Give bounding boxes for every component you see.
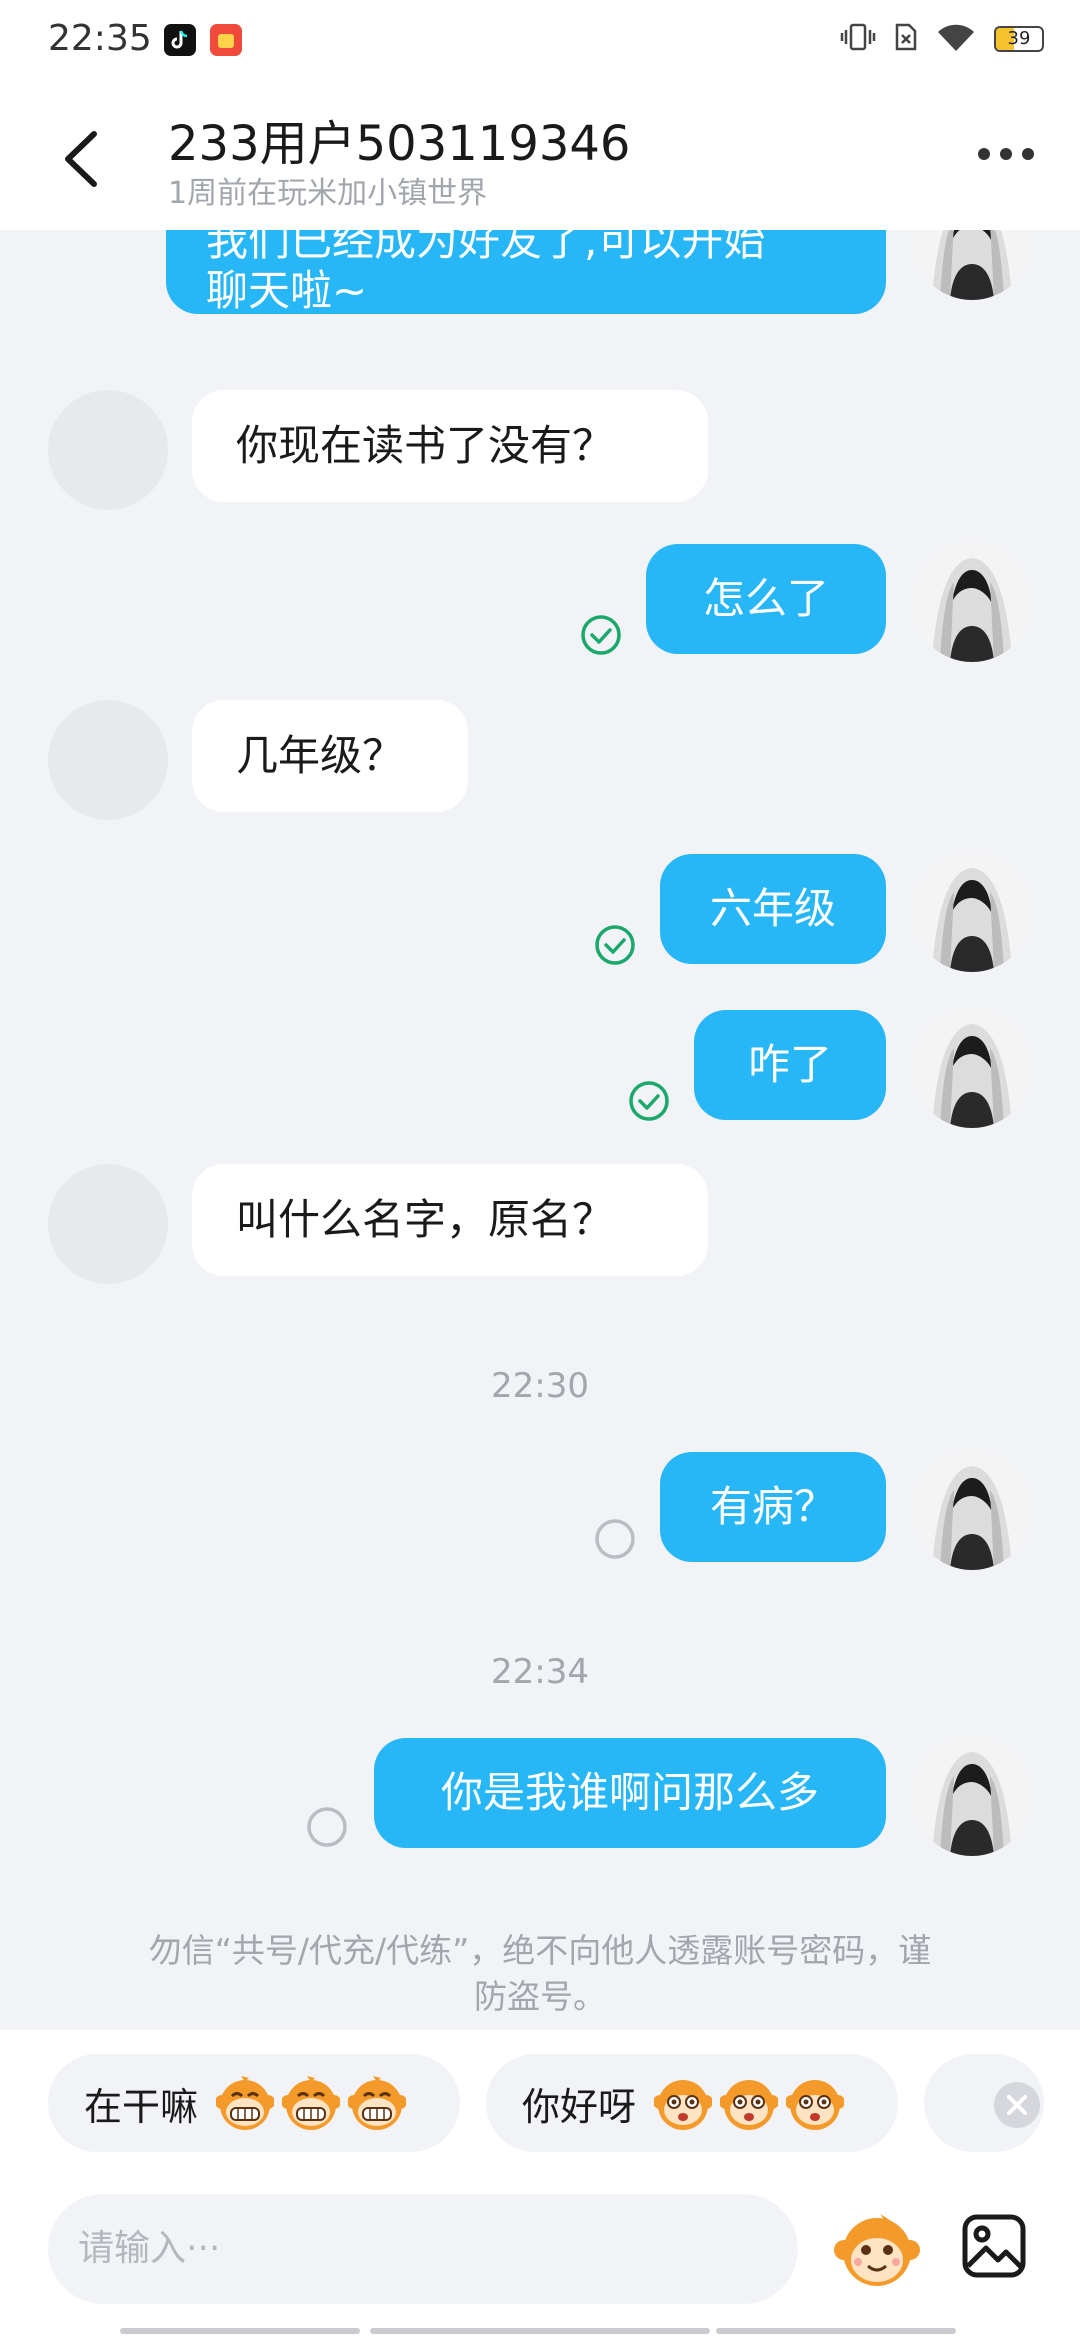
read-check-icon — [581, 615, 621, 655]
message-text: 怎么了 — [702, 574, 829, 623]
shopping-app-icon — [210, 24, 242, 56]
nav-bar-segment — [120, 2328, 360, 2334]
outgoing-message-bubble[interactable]: 六年级 — [660, 854, 886, 964]
close-quick-replies-button[interactable] — [994, 2082, 1040, 2128]
quick-reply-label: 在干嘛 — [84, 2084, 199, 2129]
input-panel: 在干嘛 你好呀 请输入··· — [0, 2030, 1080, 2340]
message-text: 叫什么名字，原名？ — [236, 1195, 615, 1244]
battery-level: 39 — [1007, 28, 1031, 49]
incoming-message-bubble[interactable]: 几年级？ — [192, 700, 468, 812]
message-timestamp: 22:30 — [491, 1366, 589, 1406]
more-dot — [978, 148, 990, 160]
quick-reply-chip[interactable]: 你好呀 — [486, 2054, 898, 2152]
outgoing-message-bubble[interactable]: 你是我谁啊问那么多 — [374, 1738, 886, 1848]
chat-header: 233用户503119346 1周前在玩米加小镇世界 — [0, 84, 1080, 230]
unread-circle-icon — [595, 1519, 635, 1559]
surprised-monkey-emoji-icon — [654, 2079, 713, 2131]
message-text: 你是我谁啊问那么多 — [440, 1768, 819, 1817]
read-check-icon — [629, 1081, 669, 1121]
message-text: 几年级？ — [236, 731, 405, 780]
vibrate-icon — [840, 22, 876, 56]
more-dot — [1000, 148, 1012, 160]
back-arrow-icon — [65, 131, 97, 187]
my-avatar[interactable] — [912, 1008, 1032, 1128]
message-timestamp: 22:34 — [491, 1652, 589, 1692]
nav-bar-segment — [716, 2328, 956, 2334]
status-bar: 22:35 39 — [0, 0, 1080, 84]
outgoing-message-bubble[interactable]: 咋了 — [694, 1010, 886, 1120]
message-text: 你现在读书了没有？ — [236, 421, 615, 470]
my-avatar[interactable] — [912, 852, 1032, 972]
status-time: 22:35 — [48, 18, 152, 59]
input-placeholder: 请输入··· — [78, 2228, 221, 2269]
my-avatar[interactable] — [912, 1450, 1032, 1570]
quick-reply-label: 你好呀 — [522, 2084, 637, 2129]
outgoing-message-bubble[interactable]: 有病？ — [660, 1452, 886, 1562]
contact-status: 1周前在玩米加小镇世界 — [168, 176, 488, 211]
my-avatar[interactable] — [912, 1736, 1032, 1856]
message-list[interactable]: 我们已经成为好友了,可以开始 聊天啦~ 你现在读书了没有？ 怎么了 几年级？ 六… — [0, 230, 1080, 2030]
message-text: 咋了 — [747, 1040, 832, 1089]
grinning-monkey-emoji-icon — [216, 2074, 275, 2132]
message-input[interactable]: 请输入··· — [48, 2194, 798, 2304]
monkey-sticker-icon — [834, 2212, 920, 2286]
wifi-icon — [936, 22, 976, 56]
outgoing-message-bubble[interactable]: 我们已经成为好友了,可以开始 聊天啦~ — [166, 230, 886, 315]
warning-line: 防盗号。 — [474, 1977, 606, 2016]
image-button[interactable] — [960, 2212, 1028, 2280]
my-avatar[interactable] — [912, 230, 1032, 300]
battery-icon: 39 — [994, 26, 1044, 52]
surprised-monkey-emoji-icon — [786, 2079, 845, 2131]
sim-icon — [894, 22, 918, 56]
my-avatar[interactable] — [912, 542, 1032, 662]
tiktok-icon — [164, 24, 196, 56]
grinning-monkey-emoji-icon — [282, 2074, 341, 2132]
close-icon — [1007, 2095, 1027, 2115]
nav-bar-segment — [370, 2328, 710, 2334]
grinning-monkey-emoji-icon — [348, 2074, 407, 2132]
incoming-message-bubble[interactable]: 你现在读书了没有？ — [192, 390, 708, 502]
back-button[interactable] — [54, 124, 114, 194]
message-text: 有病？ — [709, 1482, 836, 1531]
contact-avatar[interactable] — [48, 1164, 168, 1284]
quick-reply-chip[interactable]: 在干嘛 — [48, 2054, 460, 2152]
contact-avatar[interactable] — [48, 390, 168, 510]
incoming-message-bubble[interactable]: 叫什么名字，原名？ — [192, 1164, 708, 1276]
message-text-line: 我们已经成为好友了,可以开始 — [206, 230, 766, 265]
read-check-icon — [595, 925, 635, 965]
warning-line: 勿信“共号/代充/代练”，绝不向他人透露账号密码，谨 — [148, 1931, 932, 1970]
sticker-button[interactable] — [832, 2204, 922, 2294]
more-dot — [1022, 148, 1034, 160]
message-text-line: 聊天啦~ — [206, 266, 368, 315]
outgoing-message-bubble[interactable]: 怎么了 — [646, 544, 886, 654]
contact-avatar[interactable] — [48, 700, 168, 820]
security-warning: 勿信“共号/代充/代练”，绝不向他人透露账号密码，谨 防盗号。 — [80, 1928, 1000, 2020]
surprised-monkey-emoji-icon — [720, 2079, 779, 2131]
more-options-button[interactable] — [978, 148, 1034, 160]
message-text: 六年级 — [709, 884, 836, 933]
image-icon — [962, 2214, 1026, 2278]
contact-name: 233用户503119346 — [168, 116, 631, 172]
unread-circle-icon — [307, 1807, 347, 1847]
